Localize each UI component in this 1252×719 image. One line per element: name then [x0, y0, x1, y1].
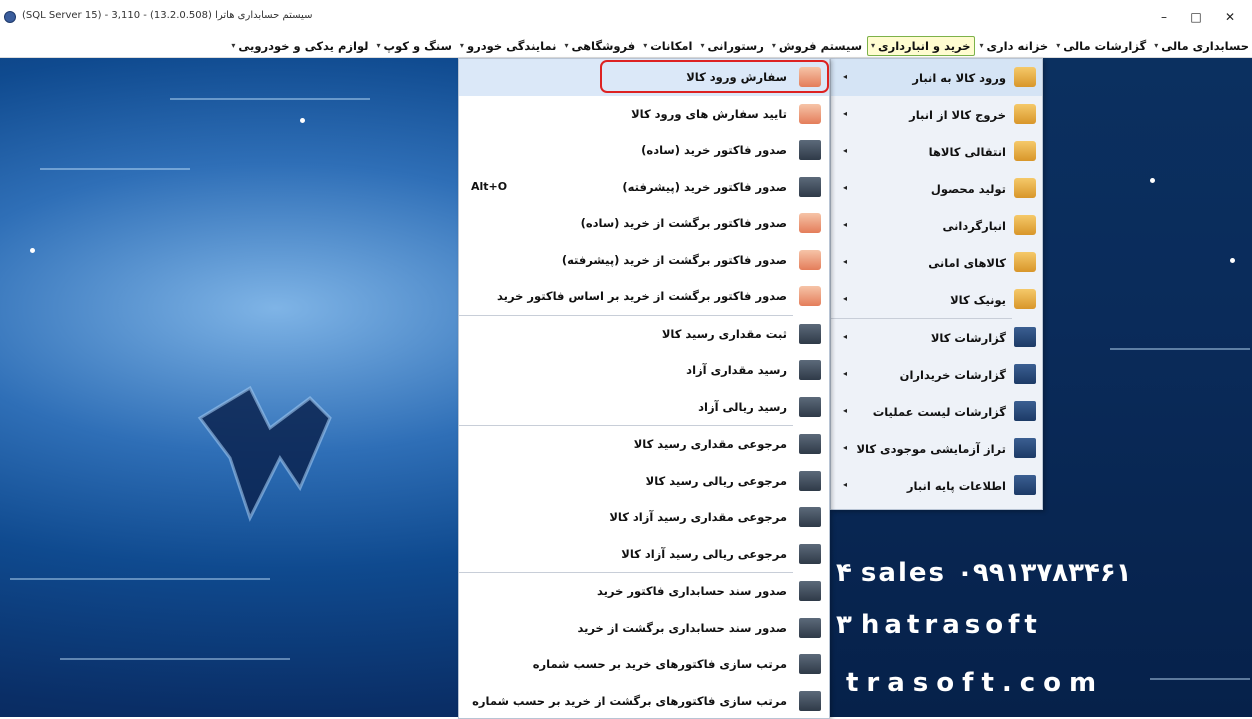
return-free-rial-icon	[799, 544, 821, 564]
caret-left-icon: ◂	[843, 480, 847, 489]
submenu-item-accounting-return-doc[interactable]: صدور سند حسابداری برگشت از خرید	[459, 610, 829, 647]
menu-restaurant[interactable]: رستورانی▾	[698, 37, 767, 55]
close-button[interactable]: ✕	[1214, 6, 1246, 28]
item-reports-icon	[1014, 327, 1036, 347]
submenu-item-return-by-invoice[interactable]: صدور فاکتور برگشت از خرید بر اساس فاکتور…	[459, 278, 829, 315]
box-in-icon	[1014, 67, 1036, 87]
sort-return-invoices-icon	[799, 691, 821, 711]
menu-car-parts[interactable]: لوازم یدکی و خودرویی▾	[228, 37, 371, 55]
submenu-item-return-advanced[interactable]: صدور فاکتور برگشت از خرید (پیشرفته)	[459, 242, 829, 279]
caret-left-icon: ◂	[843, 443, 847, 452]
receipt-free-rial-icon	[799, 397, 821, 417]
instagram-text: ۳ hatrasoft	[836, 610, 1042, 640]
menu-facilities[interactable]: امکانات▾	[640, 37, 695, 55]
menu-purchase-warehouse[interactable]: خرید و انبارداری▾	[867, 36, 974, 56]
submenu-item-operations-reports[interactable]: گزارشات لیست عملیات◂	[831, 393, 1042, 430]
maximize-button[interactable]: □	[1180, 6, 1212, 28]
submenu-item-base-info[interactable]: اطلاعات پایه انبار◂	[831, 467, 1042, 504]
caret-left-icon: ◂	[843, 72, 847, 81]
inventory-count-icon	[1014, 215, 1036, 235]
submenu-item-buyer-reports[interactable]: گزارشات خریداران◂	[831, 356, 1042, 393]
menu-store[interactable]: فروشگاهی▾	[561, 37, 638, 55]
cart-check-icon	[799, 104, 821, 124]
company-logo-shape	[190, 378, 340, 528]
submenu-item-invoice-advanced[interactable]: صدور فاکتور خرید (پیشرفته) Alt+O	[459, 169, 829, 206]
caret-left-icon: ◂	[843, 369, 847, 378]
menu-financial-accounting[interactable]: حسابداری مالی▾	[1151, 37, 1252, 55]
menu-treasury[interactable]: خزانه داری▾	[977, 37, 1052, 55]
submenu-item-inventory-count[interactable]: انبارگردانی◂	[831, 207, 1042, 244]
unique-item-icon	[1014, 289, 1036, 309]
menu-stone[interactable]: سنگ و کوپ▾	[374, 37, 455, 55]
submenu-item-production[interactable]: تولید محصول◂	[831, 170, 1042, 207]
submenu-item-receipt-quantity[interactable]: ثبت مقداری رسید کالا	[459, 316, 829, 353]
invoice-advanced-icon	[799, 177, 821, 197]
submenu-item-consignment[interactable]: کالاهای امانی◂	[831, 244, 1042, 281]
receipt-free-quantity-icon	[799, 360, 821, 380]
shortcut-label: Alt+O	[471, 169, 507, 205]
accounting-doc-icon	[799, 581, 821, 601]
caret-left-icon: ◂	[843, 294, 847, 303]
submenu-item-goods-exit[interactable]: خروج کالا از انبار◂	[831, 96, 1042, 133]
submenu-item-return-simple[interactable]: صدور فاکتور برگشت از خرید (ساده)	[459, 205, 829, 242]
box-out-icon	[1014, 104, 1036, 124]
production-icon	[1014, 178, 1036, 198]
operations-reports-icon	[1014, 401, 1036, 421]
menu-bar: حسابداری مالی▾ گزارشات مالی▾ خزانه داری▾…	[0, 34, 1252, 58]
caret-left-icon: ◂	[843, 257, 847, 266]
consignment-icon	[1014, 252, 1036, 272]
cart-return-by-invoice-icon	[799, 286, 821, 306]
return-rial-icon	[799, 471, 821, 491]
submenu-item-sort-invoices[interactable]: مرتب سازی فاکتورهای خرید بر حسب شماره	[459, 646, 829, 683]
warehouse-base-info-icon	[1014, 475, 1036, 495]
minimize-button[interactable]: –	[1148, 6, 1180, 28]
submenu-item-receipt-free-rial[interactable]: رسید ریالی آزاد	[459, 389, 829, 426]
sales-phone-text: ۴ sales ۰۹۹۱۳۷۸۳۴۶۱	[836, 558, 1132, 588]
invoice-icon	[799, 140, 821, 160]
submenu-item-unique[interactable]: یونیک کالا◂	[831, 281, 1042, 318]
submenu-item-invoice-simple[interactable]: صدور فاکتور خرید (ساده)	[459, 132, 829, 169]
buyer-reports-icon	[1014, 364, 1036, 384]
submenu-item-accounting-doc[interactable]: صدور سند حسابداری فاکتور خرید	[459, 573, 829, 610]
menu-financial-reports[interactable]: گزارشات مالی▾	[1053, 37, 1149, 55]
receipt-quantity-icon	[799, 324, 821, 344]
submenu-item-transfer[interactable]: انتقالی کالاها◂	[831, 133, 1042, 170]
return-quantity-icon	[799, 434, 821, 454]
submenu-item-item-reports[interactable]: گزارشات کالا◂	[831, 319, 1042, 356]
submenu-item-return-quantity[interactable]: مرجوعی مقداری رسید کالا	[459, 426, 829, 463]
title-bar: (SQL Server 15) - 3,110 - (13.2.0.508) س…	[0, 0, 1252, 34]
website-text: trasoft.com	[846, 668, 1104, 698]
submenu-item-confirm-orders[interactable]: تایید سفارش های ورود کالا	[459, 96, 829, 133]
trial-balance-icon	[1014, 438, 1036, 458]
cart-return-icon	[799, 213, 821, 233]
caret-left-icon: ◂	[843, 332, 847, 341]
caret-left-icon: ◂	[843, 146, 847, 155]
submenu-item-sort-return-invoices[interactable]: مرتب سازی فاکتورهای برگشت از خرید بر حسب…	[459, 683, 829, 719]
submenu-item-return-rial[interactable]: مرجوعی ریالی رسید کالا	[459, 463, 829, 500]
caret-left-icon: ◂	[843, 183, 847, 192]
highlight-annotation	[600, 60, 829, 93]
submenu-item-return-free-rial[interactable]: مرجوعی ریالی رسید آزاد کالا	[459, 536, 829, 573]
submenu-goods-entry: سفارش ورود کالا تایید سفارش های ورود کال…	[458, 58, 830, 719]
caret-left-icon: ◂	[843, 109, 847, 118]
submenu-purchase-warehouse: ورود کالا به انبار◂ خروج کالا از انبار◂ …	[830, 58, 1043, 510]
accounting-return-doc-icon	[799, 618, 821, 638]
submenu-item-goods-entry[interactable]: ورود کالا به انبار◂	[831, 59, 1042, 96]
menu-sales-system[interactable]: سیستم فروش▾	[769, 37, 865, 55]
submenu-item-receipt-free-quantity[interactable]: رسید مقداری آزاد	[459, 352, 829, 389]
menu-car-dealer[interactable]: نمایندگی خودرو▾	[457, 37, 560, 55]
app-icon	[4, 11, 16, 23]
caret-left-icon: ◂	[843, 406, 847, 415]
caret-left-icon: ◂	[843, 220, 847, 229]
sort-invoices-icon	[799, 654, 821, 674]
window-title: (SQL Server 15) - 3,110 - (13.2.0.508) س…	[22, 10, 312, 21]
submenu-item-return-free-quantity[interactable]: مرجوعی مقداری رسید آزاد کالا	[459, 499, 829, 536]
return-free-quantity-icon	[799, 507, 821, 527]
cart-return-advanced-icon	[799, 250, 821, 270]
warehouse-transfer-icon	[1014, 141, 1036, 161]
submenu-item-trial-balance[interactable]: تراز آزمایشی موجودی کالا◂	[831, 430, 1042, 467]
